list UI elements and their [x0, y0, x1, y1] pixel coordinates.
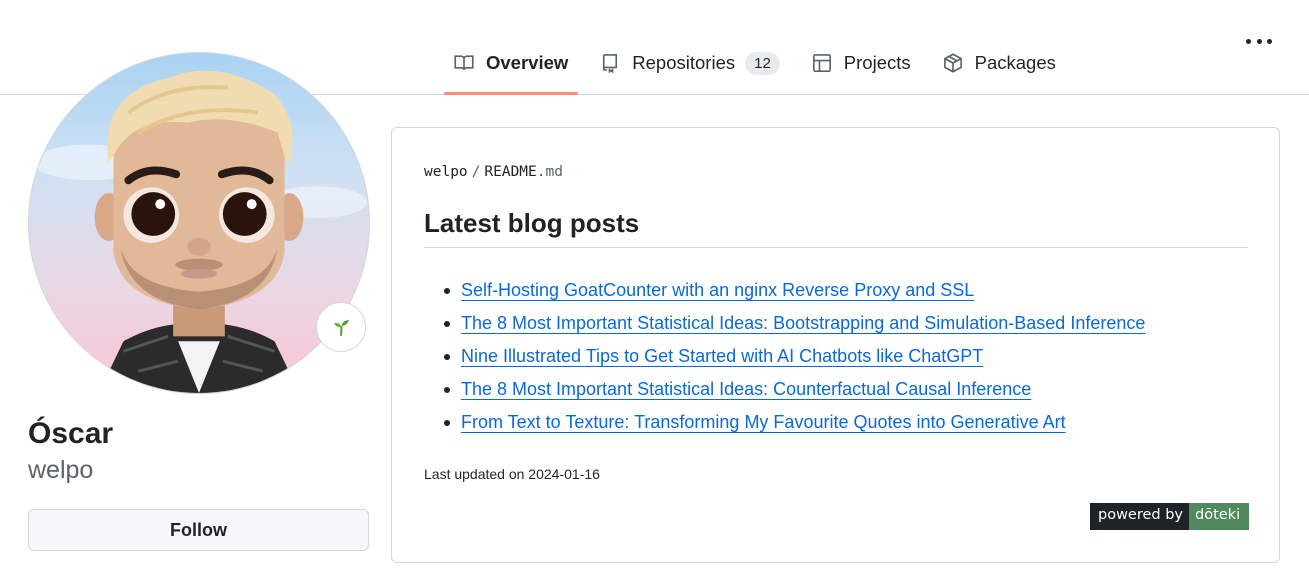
tab-repositories[interactable]: Repositories 12: [590, 40, 790, 86]
tab-label: Overview: [486, 52, 569, 73]
tab-label: Projects: [843, 52, 911, 73]
path-separator: /: [471, 164, 481, 180]
avatar-illustration: [33, 70, 368, 393]
blog-post-link[interactable]: Nine Illustrated Tips to Get Started wit…: [461, 346, 983, 366]
dot: [1267, 38, 1272, 44]
tab-packages[interactable]: Packages: [933, 40, 1066, 86]
tab-label: Repositories: [632, 52, 736, 73]
follow-button[interactable]: Follow: [28, 509, 369, 551]
seedling-icon: [334, 320, 349, 336]
list-item: The 8 Most Important Statistical Ideas: …: [444, 373, 1145, 406]
list-item: Self-Hosting GoatCounter with an nginx R…: [444, 274, 1145, 307]
kebab-horizontal-icon[interactable]: [1246, 36, 1272, 46]
powered-by-badge[interactable]: powered by dōteki: [1090, 503, 1250, 530]
profile-username: welpo: [28, 456, 94, 484]
readme-path: welpo / README.md: [424, 164, 563, 180]
avatar[interactable]: [28, 52, 370, 394]
list-item: The 8 Most Important Statistical Ideas: …: [444, 307, 1145, 340]
tab-overview[interactable]: Overview: [444, 40, 579, 95]
blog-post-list: Self-Hosting GoatCounter with an nginx R…: [444, 274, 1145, 439]
tab-label: Packages: [974, 52, 1056, 73]
blog-post-link[interactable]: The 8 Most Important Statistical Ideas: …: [461, 379, 1031, 399]
dot: [1246, 38, 1251, 44]
profile-full-name: Óscar: [28, 417, 114, 450]
blog-post-link[interactable]: Self-Hosting GoatCounter with an nginx R…: [461, 280, 974, 300]
dot: [1256, 38, 1262, 44]
book-icon: [454, 53, 474, 73]
blog-post-link[interactable]: From Text to Texture: Transforming My Fa…: [461, 412, 1066, 432]
readme-box: welpo / README.md Latest blog posts Self-H…: [391, 127, 1280, 563]
readme-owner-link[interactable]: welpo: [424, 164, 468, 180]
repo-icon: [600, 53, 620, 73]
package-icon: [943, 53, 963, 73]
file-ext: .md: [536, 164, 563, 180]
status-button[interactable]: [316, 302, 366, 352]
readme-file-link[interactable]: README.md: [484, 164, 563, 180]
profile-tabs: Overview Repositories 12 Projects Packag…: [444, 40, 1078, 95]
list-item: Nine Illustrated Tips to Get Started wit…: [444, 340, 1145, 373]
readme-heading: Latest blog posts: [424, 208, 1248, 248]
table-icon: [812, 53, 832, 73]
blog-post-link[interactable]: The 8 Most Important Statistical Ideas: …: [461, 313, 1145, 333]
repo-count-badge: 12: [745, 51, 780, 75]
file-base: README: [484, 164, 537, 180]
badge-value: dōteki: [1189, 503, 1250, 530]
last-updated-text: Last updated on 2024-01-16: [424, 466, 600, 482]
badge-label: powered by: [1090, 503, 1190, 530]
list-item: From Text to Texture: Transforming My Fa…: [444, 406, 1145, 439]
tab-projects[interactable]: Projects: [802, 40, 921, 86]
